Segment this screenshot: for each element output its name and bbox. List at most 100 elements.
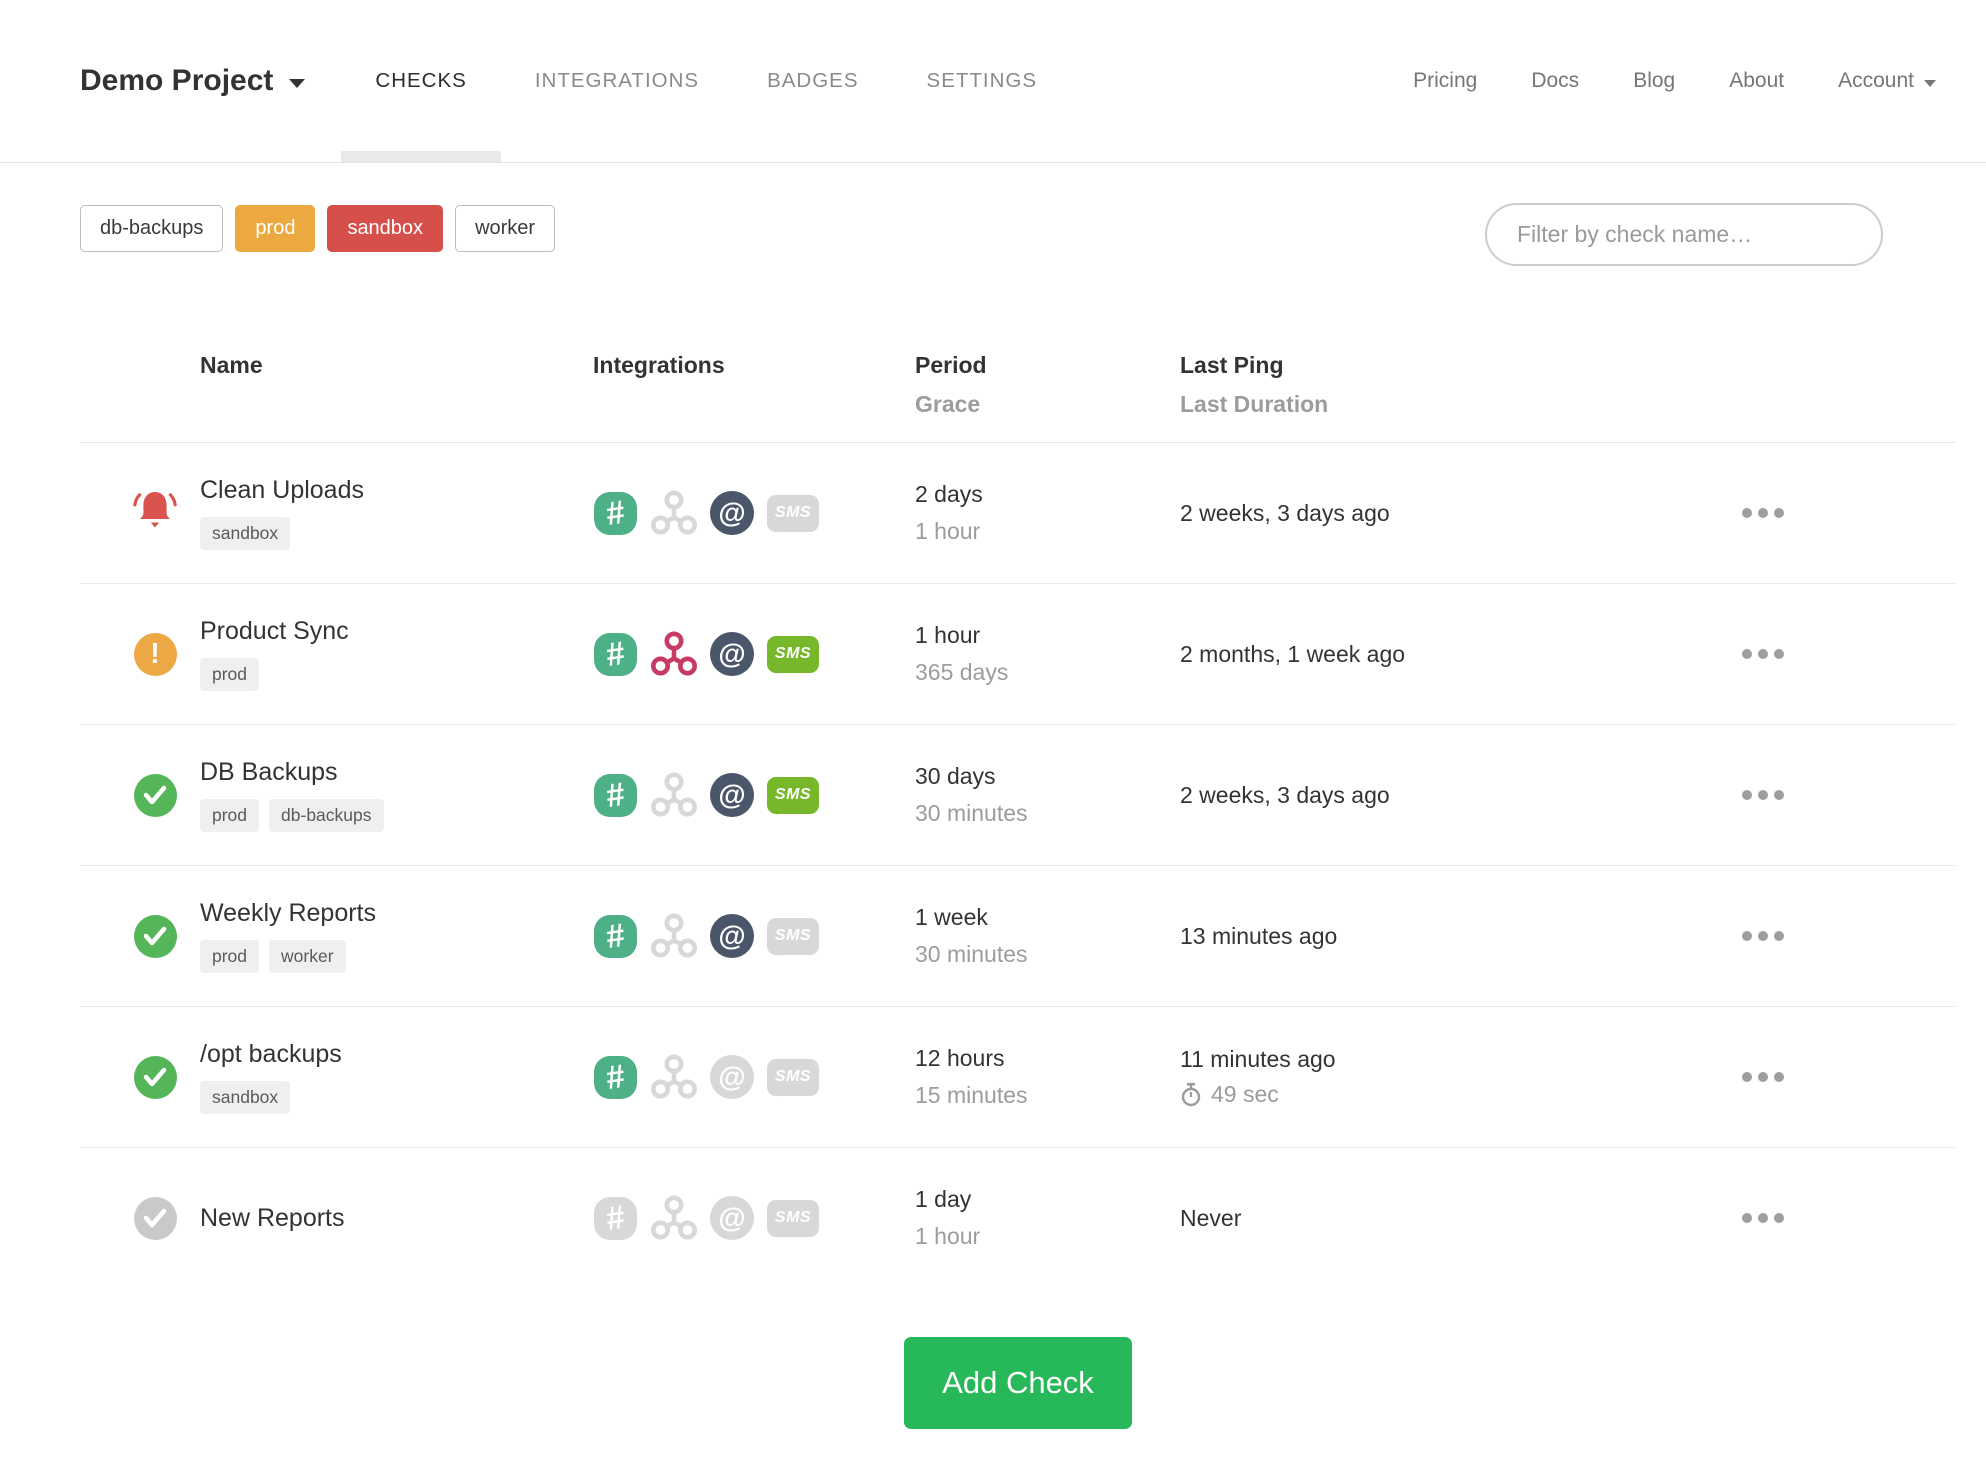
tab-badges[interactable]: BADGES xyxy=(733,0,892,162)
check-tag: sandbox xyxy=(200,517,291,550)
check-tags: prod worker xyxy=(200,940,555,973)
table-row: Weekly Reports prod worker # @ SMS 1 week 3… xyxy=(80,865,1956,1007)
add-check-button[interactable]: Add Check xyxy=(904,1336,1132,1429)
check-name-link[interactable]: Product Sync xyxy=(200,617,555,646)
status-icon-new xyxy=(133,1196,177,1240)
grace-value: 365 days xyxy=(915,659,1009,685)
status-icon-ok xyxy=(133,773,177,817)
project-dropdown[interactable]: Demo Project xyxy=(80,64,306,98)
check-tags: prod xyxy=(200,658,555,691)
check-name-link[interactable]: /opt backups xyxy=(200,1040,555,1069)
row-menu-button[interactable] xyxy=(1732,780,1794,810)
tab-settings[interactable]: SETTINGS xyxy=(893,0,1072,162)
grace-value: 1 hour xyxy=(915,518,981,544)
slack-icon: # xyxy=(593,914,638,959)
period-value: 2 days xyxy=(915,481,983,507)
sms-icon: SMS xyxy=(767,494,819,533)
email-icon: @ xyxy=(710,1055,754,1099)
last-ping-value: 2 weeks, 3 days ago xyxy=(1180,781,1390,808)
slack-icon: # xyxy=(593,1196,638,1241)
account-dropdown[interactable]: Account xyxy=(1838,69,1936,93)
table-row: Clean Uploads sandbox # @ SMS 2 days 1 hou… xyxy=(80,442,1956,584)
checks-table: Name Integrations Period Grace Last Ping… xyxy=(80,352,1956,1289)
period-value: 30 days xyxy=(915,763,996,789)
row-menu-button[interactable] xyxy=(1732,1203,1794,1233)
top-nav: Demo Project CHECKS INTEGRATIONS BADGES SET… xyxy=(0,0,1986,163)
integration-icons: # @ SMS xyxy=(593,772,885,818)
status-icon-alert xyxy=(131,488,179,534)
period-value: 12 hours xyxy=(915,1045,1005,1071)
last-ping-value: 2 months, 1 week ago xyxy=(1180,640,1406,667)
integration-icons: # @ SMS xyxy=(593,1195,885,1241)
status-icon-ok xyxy=(133,1055,177,1099)
tag-filters: db-backups prod sandbox worker xyxy=(80,203,556,252)
tab-integrations[interactable]: INTEGRATIONS xyxy=(501,0,733,162)
column-header-name: Name xyxy=(200,352,555,443)
check-tag: prod xyxy=(200,799,260,832)
table-header-row: Name Integrations Period Grace Last Ping… xyxy=(80,352,1956,443)
table-row: /opt backups sandbox # @ SMS 12 hours 15 m… xyxy=(80,1006,1956,1148)
integration-icons: # @ SMS xyxy=(593,631,885,677)
row-menu-button[interactable] xyxy=(1732,921,1794,951)
chevron-down-icon xyxy=(1924,79,1936,87)
integration-icons: # @ SMS xyxy=(593,1054,885,1100)
period-value: 1 day xyxy=(915,1186,972,1213)
status-icon-warning: ! xyxy=(133,632,177,676)
email-icon: @ xyxy=(710,632,754,676)
sms-icon: SMS xyxy=(767,1199,819,1238)
slack-icon: # xyxy=(593,491,638,536)
last-duration-value: 49 sec xyxy=(1180,1081,1570,1108)
tag-filter-db-backups[interactable]: db-backups xyxy=(80,205,224,252)
webhook-icon xyxy=(651,490,697,536)
check-tags: prod db-backups xyxy=(200,799,555,832)
webhook-icon xyxy=(651,772,697,818)
nav-link-docs[interactable]: Docs xyxy=(1531,69,1579,93)
column-header-period: Period Grace xyxy=(885,352,1115,443)
grace-value: 30 minutes xyxy=(915,941,1028,967)
check-tag: prod xyxy=(200,940,260,973)
sms-icon: SMS xyxy=(767,776,819,815)
search-input[interactable] xyxy=(1485,203,1883,266)
last-ping-value: 2 weeks, 3 days ago xyxy=(1180,499,1390,526)
tag-filter-prod[interactable]: prod xyxy=(235,205,316,252)
toolbar: db-backups prod sandbox worker xyxy=(80,203,1956,266)
table-row: New Reports # @ SMS 1 day 1 hour Never xyxy=(80,1148,1956,1289)
check-name-link[interactable]: New Reports xyxy=(200,1204,555,1233)
row-menu-button[interactable] xyxy=(1732,639,1794,669)
nav-link-about[interactable]: About xyxy=(1729,69,1784,93)
check-tag: db-backups xyxy=(269,799,384,832)
row-menu-button[interactable] xyxy=(1732,498,1794,528)
integration-icons: # @ SMS xyxy=(593,913,885,959)
last-duration-text: 49 sec xyxy=(1211,1081,1279,1107)
nav-link-blog[interactable]: Blog xyxy=(1633,69,1675,93)
column-header-menu xyxy=(1570,352,1956,443)
webhook-icon xyxy=(651,1054,697,1100)
grace-value: 30 minutes xyxy=(915,800,1028,826)
webhook-icon xyxy=(651,631,697,677)
row-menu-button[interactable] xyxy=(1732,1062,1794,1092)
project-name: Demo Project xyxy=(80,64,274,97)
check-name-link[interactable]: Clean Uploads xyxy=(200,476,555,505)
email-icon: @ xyxy=(710,773,754,817)
period-value: 1 hour xyxy=(915,622,981,648)
column-header-status xyxy=(80,352,200,443)
check-name-link[interactable]: Weekly Reports xyxy=(200,899,555,928)
tag-filter-worker[interactable]: worker xyxy=(455,205,556,252)
last-ping-value: 13 minutes ago xyxy=(1180,922,1338,949)
nav-link-pricing[interactable]: Pricing xyxy=(1413,69,1477,93)
email-icon: @ xyxy=(710,1196,754,1241)
tab-checks[interactable]: CHECKS xyxy=(341,0,502,162)
column-header-integrations: Integrations xyxy=(555,352,885,443)
status-icon-ok xyxy=(133,914,177,958)
check-tag: sandbox xyxy=(200,1081,291,1114)
slack-icon: # xyxy=(593,773,638,818)
last-ping-value: 11 minutes ago xyxy=(1180,1046,1336,1072)
last-ping-value: Never xyxy=(1180,1204,1242,1231)
webhook-icon xyxy=(651,913,697,959)
tag-filter-sandbox[interactable]: sandbox xyxy=(327,205,444,252)
check-tags: sandbox xyxy=(200,517,555,550)
nav-links: Pricing Docs Blog About Account xyxy=(1413,69,1936,93)
check-name-link[interactable]: DB Backups xyxy=(200,758,555,787)
sms-icon: SMS xyxy=(767,635,819,674)
account-label: Account xyxy=(1838,69,1914,92)
